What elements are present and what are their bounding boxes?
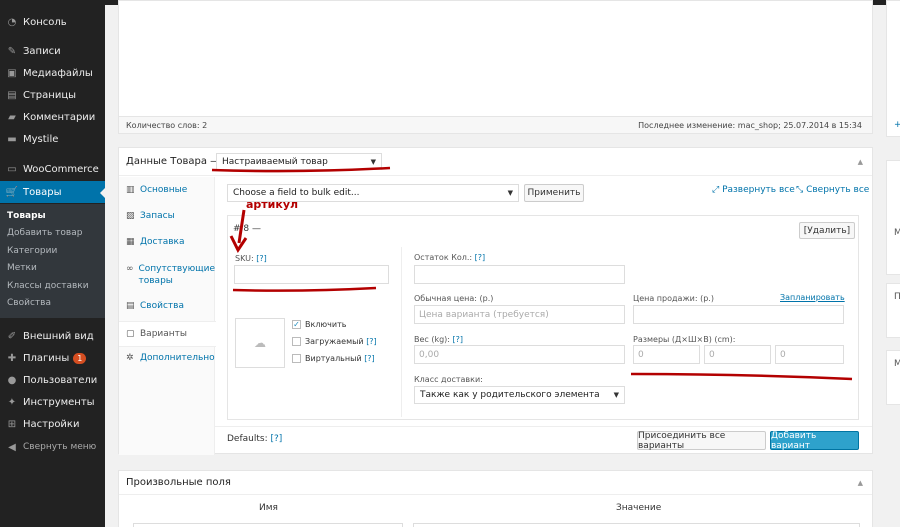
annotation-underline-product-type (211, 166, 391, 173)
annotation-marks (211, 166, 853, 381)
annotation-arrow-shaft (237, 209, 246, 244)
annotation-underline-sku (232, 286, 377, 292)
annotation-underline-dimensions (630, 372, 853, 381)
